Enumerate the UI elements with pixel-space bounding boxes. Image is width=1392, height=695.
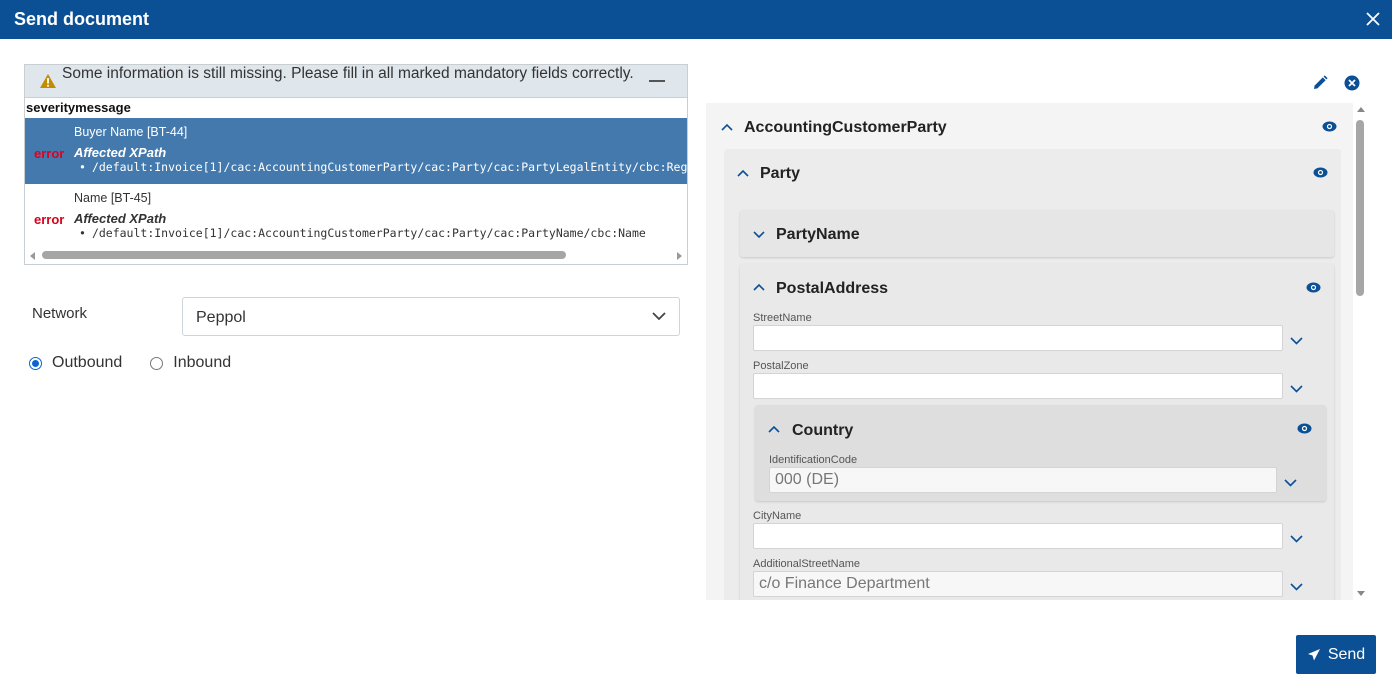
cityname-input[interactable]	[753, 523, 1283, 549]
eye-icon[interactable]	[1322, 121, 1337, 132]
radio-unselected-icon	[150, 356, 164, 370]
edit-icon[interactable]	[1311, 74, 1329, 92]
field-name: Name [BT-45]	[74, 191, 152, 205]
xpath-text: /default:Invoice[1]/cac:AccountingCustom…	[91, 226, 646, 240]
eye-icon[interactable]	[1297, 423, 1312, 434]
additionalstreetname-input[interactable]: c/o Finance Department	[753, 571, 1283, 597]
xpath-item: •/default:Invoice[1]/cac:AccountingCusto…	[79, 226, 646, 240]
validation-row[interactable]: error Name [BT-45] Affected XPath •/defa…	[25, 184, 687, 250]
xpath-item: •/default:Invoice[1]/cac:AccountingCusto…	[79, 160, 688, 174]
affected-xpath-label: Affected XPath	[74, 145, 167, 160]
severity-label: error	[34, 146, 65, 161]
scrollbar-thumb[interactable]	[42, 251, 566, 259]
collapse-button[interactable]	[649, 80, 665, 82]
field-label: StreetName	[753, 312, 812, 324]
scroll-right-icon[interactable]	[677, 252, 682, 260]
scroll-down-icon[interactable]	[1357, 591, 1365, 596]
postalzone-input[interactable]	[753, 373, 1283, 399]
inbound-label: Inbound	[173, 354, 232, 371]
clear-icon[interactable]	[1343, 74, 1361, 92]
validation-panel: Some information is still missing. Pleas…	[24, 64, 688, 265]
outbound-radio[interactable]: Outbound	[29, 354, 122, 372]
chevron-up-icon[interactable]	[753, 283, 765, 291]
xpath-text: /default:Invoice[1]/cac:AccountingCustom…	[91, 160, 688, 174]
chevron-up-icon[interactable]	[721, 123, 733, 131]
scroll-up-icon[interactable]	[1357, 107, 1365, 112]
severity-label: error	[34, 212, 65, 227]
vertical-scrollbar[interactable]	[1353, 103, 1369, 600]
field-label: CityName	[753, 510, 802, 522]
direction-radio-group: Outbound Inbound	[29, 354, 259, 372]
streetname-input[interactable]	[753, 325, 1283, 351]
section-title: Country	[792, 422, 854, 439]
warning-icon	[40, 74, 56, 88]
chevron-up-icon[interactable]	[737, 169, 749, 177]
identificationcode-input[interactable]: 000 (DE)	[769, 467, 1277, 493]
inbound-radio[interactable]: Inbound	[150, 354, 231, 372]
eye-icon[interactable]	[1313, 167, 1328, 178]
chevron-down-icon	[652, 312, 666, 321]
section-title: Party	[760, 165, 801, 182]
section-title: PartyName	[776, 226, 860, 243]
send-label: Send	[1327, 645, 1366, 663]
dialog-title: Send document	[14, 9, 150, 29]
document-tree: AccountingCustomerParty Party PartyName …	[706, 103, 1369, 600]
validation-message: Some information is still missing. Pleas…	[62, 65, 634, 82]
send-icon	[1307, 648, 1320, 660]
eye-icon[interactable]	[1306, 282, 1321, 293]
field-label: PostalZone	[753, 360, 809, 372]
chevron-down-icon[interactable]	[1290, 583, 1303, 591]
horizontal-scrollbar[interactable]	[25, 247, 687, 264]
network-select[interactable]: Peppol	[182, 297, 680, 336]
field-name: Buyer Name [BT-44]	[74, 125, 188, 139]
chevron-up-icon[interactable]	[768, 425, 780, 433]
chevron-down-icon[interactable]	[1290, 535, 1303, 543]
radio-selected-icon	[29, 356, 42, 370]
chevron-down-icon[interactable]	[1284, 479, 1297, 487]
chevron-down-icon[interactable]	[1290, 337, 1303, 345]
validation-header: Some information is still missing. Pleas…	[25, 65, 687, 98]
close-icon[interactable]	[1362, 8, 1384, 30]
chevron-down-icon[interactable]	[753, 231, 765, 239]
validation-columns-header: severitymessage	[26, 100, 131, 115]
section-title: AccountingCustomerParty	[744, 119, 947, 136]
validation-row[interactable]: error Buyer Name [BT-44] Affected XPath …	[25, 118, 687, 184]
affected-xpath-label: Affected XPath	[74, 211, 167, 226]
dialog-titlebar: Send document	[0, 0, 1392, 39]
network-label: Network	[32, 305, 88, 322]
outbound-label: Outbound	[52, 354, 123, 371]
scrollbar-thumb[interactable]	[1356, 120, 1364, 296]
scroll-left-icon[interactable]	[30, 252, 35, 260]
field-label: IdentificationCode	[769, 454, 858, 466]
send-button[interactable]: Send	[1296, 635, 1376, 674]
chevron-down-icon[interactable]	[1290, 385, 1303, 393]
field-label: AdditionalStreetName	[753, 558, 861, 570]
section-title: PostalAddress	[776, 280, 889, 297]
network-value: Peppol	[196, 309, 246, 326]
